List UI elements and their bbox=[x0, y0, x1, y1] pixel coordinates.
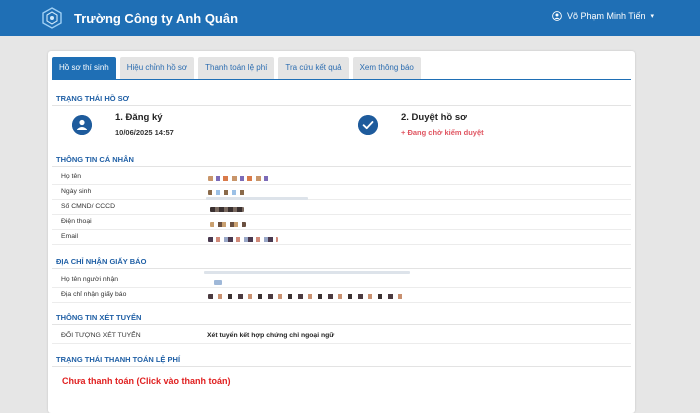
step-review-title: 2. Duyệt hồ sơ bbox=[401, 112, 467, 123]
step-register-datetime: 10/06/2025 14:57 bbox=[115, 128, 174, 137]
profile-card: Hồ sơ thí sinh Hiệu chỉnh hồ sơ Thanh to… bbox=[48, 51, 635, 413]
row-label-email: Email bbox=[61, 233, 78, 240]
row-label-dia-chi: Địa chỉ nhận giấy báo bbox=[61, 291, 127, 298]
row-label-doi-tuong: ĐỐI TƯỢNG XÉT TUYỂN bbox=[61, 332, 141, 339]
fee-section-title: TRẠNG THÁI THANH TOÁN LỆ PHÍ bbox=[56, 355, 181, 364]
tab-xem-thong-bao[interactable]: Xem thông báo bbox=[352, 57, 421, 79]
table-row: Số CMND/ CCCD bbox=[52, 200, 631, 215]
top-navbar: Trường Công ty Anh Quân Võ Phạm Minh Tiế… bbox=[0, 0, 700, 36]
tab-hieu-chinh-ho-so[interactable]: Hiệu chỉnh hồ sơ bbox=[119, 57, 195, 79]
row-label-cmnd: Số CMND/ CCCD bbox=[61, 203, 116, 210]
row-label-ho-ten: Họ tên bbox=[61, 173, 82, 180]
divider bbox=[52, 366, 631, 367]
tabs-divider bbox=[52, 79, 631, 80]
tab-bar: Hồ sơ thí sinh Hiệu chỉnh hồ sơ Thanh to… bbox=[52, 57, 425, 79]
row-label-nguoi-nhan: Họ tên người nhận bbox=[61, 276, 119, 283]
divider bbox=[52, 268, 631, 269]
row-label-dien-thoai: Điện thoại bbox=[61, 218, 92, 225]
admission-section-title: THÔNG TIN XÉT TUYỂN bbox=[56, 313, 142, 322]
status-section-title: TRẠNG THÁI HỒ SƠ bbox=[56, 94, 130, 103]
divider bbox=[52, 166, 631, 167]
tab-ho-so-thi-sinh[interactable]: Hồ sơ thí sinh bbox=[52, 57, 116, 79]
user-icon bbox=[72, 115, 92, 135]
step-register-title: 1. Đăng ký bbox=[115, 112, 163, 123]
divider bbox=[52, 324, 631, 325]
brand-name: Trường Công ty Anh Quân bbox=[74, 10, 239, 26]
table-row: Ngày sinh bbox=[52, 185, 631, 200]
table-row: Họ tên bbox=[52, 170, 631, 185]
tab-thanh-toan-le-phi[interactable]: Thanh toán lệ phí bbox=[198, 57, 275, 79]
brand[interactable]: Trường Công ty Anh Quân bbox=[40, 6, 238, 30]
table-row: Họ tên người nhận bbox=[52, 273, 631, 288]
table-row: Email bbox=[52, 230, 631, 245]
user-menu[interactable]: Võ Phạm Minh Tiến ▾ bbox=[552, 11, 654, 21]
row-label-ngay-sinh: Ngày sinh bbox=[61, 188, 92, 195]
logo-icon bbox=[42, 7, 62, 29]
row-value-doi-tuong: Xét tuyển kết hợp chứng chỉ ngoại ngữ bbox=[207, 332, 335, 339]
chevron-down-icon: ▾ bbox=[650, 13, 654, 20]
user-name: Võ Phạm Minh Tiến bbox=[566, 11, 646, 21]
check-icon bbox=[358, 115, 378, 135]
table-row: Điện thoại bbox=[52, 215, 631, 230]
personal-section-title: THÔNG TIN CÁ NHÂN bbox=[56, 155, 134, 164]
divider bbox=[52, 105, 631, 106]
step-review-status: + Đang chờ kiểm duyệt bbox=[401, 128, 484, 137]
table-row: ĐỐI TƯỢNG XÉT TUYỂN Xét tuyển kết hợp ch… bbox=[52, 329, 631, 344]
unpaid-fee-link[interactable]: Chưa thanh toán (Click vào thanh toán) bbox=[62, 376, 231, 386]
user-circle-icon bbox=[552, 11, 562, 21]
tab-tra-cuu-ket-qua[interactable]: Tra cứu kết quả bbox=[278, 57, 349, 79]
address-section-title: ĐỊA CHỈ NHẬN GIẤY BÁO bbox=[56, 257, 147, 266]
